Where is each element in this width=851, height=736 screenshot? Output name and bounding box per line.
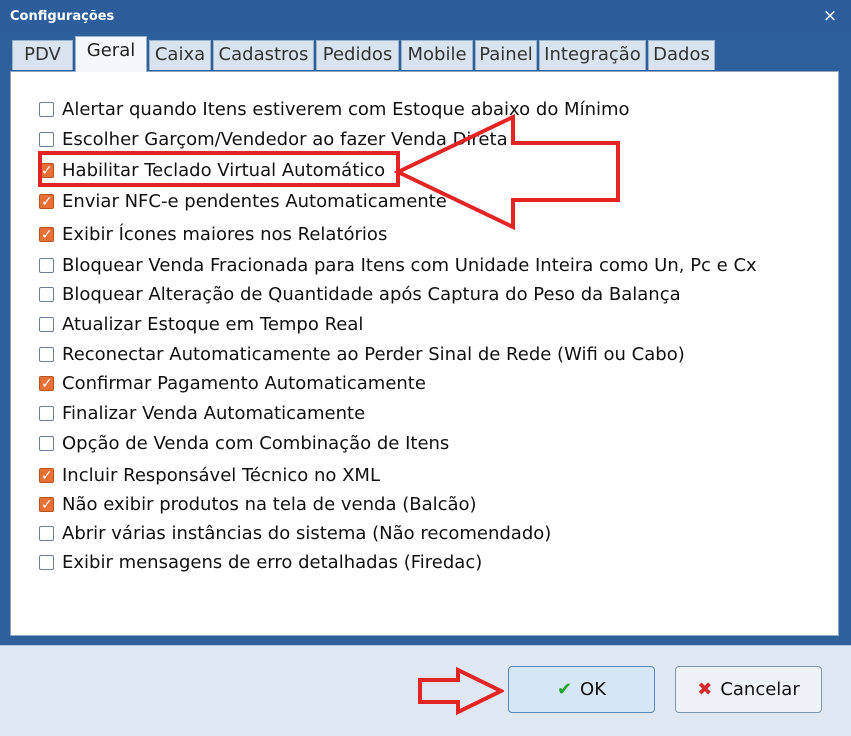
cancel-button[interactable]: ✖ Cancelar xyxy=(675,666,822,713)
tab-mobile[interactable]: Mobile xyxy=(401,40,473,70)
checkbox[interactable] xyxy=(39,406,54,421)
option-label: Bloquear Alteração de Quantidade após Ca… xyxy=(62,284,681,305)
tab-cadastros[interactable]: Cadastros xyxy=(213,40,314,70)
option-label: Enviar NFC-e pendentes Automaticamente xyxy=(62,191,447,212)
option-label: Não exibir produtos na tela de venda (Ba… xyxy=(62,494,477,515)
option-label: Exibir Ícones maiores nos Relatórios xyxy=(62,224,388,245)
checkbox[interactable] xyxy=(39,102,54,117)
checkbox[interactable] xyxy=(39,464,54,488)
checkbox[interactable] xyxy=(39,223,54,247)
option-label: Reconectar Automaticamente ao Perder Sin… xyxy=(62,344,685,365)
annotation-highlight-box xyxy=(38,151,400,187)
tab-pdv[interactable]: PDV xyxy=(12,40,73,70)
checkbox[interactable] xyxy=(39,372,54,396)
checkbox[interactable] xyxy=(39,317,54,332)
checkbox[interactable] xyxy=(39,526,54,541)
option-label: Exibir mensagens de erro detalhadas (Fir… xyxy=(62,552,483,573)
dialog-footer: ✔ OK ✖ Cancelar xyxy=(0,645,851,736)
checkbox[interactable] xyxy=(39,555,54,570)
option-label: Bloquear Venda Fracionada para Itens com… xyxy=(62,255,757,276)
ok-label: OK xyxy=(580,679,607,700)
option-label: Confirmar Pagamento Automaticamente xyxy=(62,373,426,394)
checkbox[interactable] xyxy=(39,258,54,273)
geral-panel: Alertar quando Itens estiverem com Estoq… xyxy=(10,71,839,636)
tab-dados[interactable]: Dados xyxy=(648,40,715,70)
tab-integracao[interactable]: Integração xyxy=(539,40,646,70)
option-label: Finalizar Venda Automaticamente xyxy=(62,403,366,424)
ok-button[interactable]: ✔ OK xyxy=(508,666,655,713)
option-label: Abrir várias instâncias do sistema (Não … xyxy=(62,523,552,544)
checkbox[interactable] xyxy=(39,436,54,451)
checkbox[interactable] xyxy=(39,190,54,214)
x-icon: ✖ xyxy=(697,679,713,700)
checkbox[interactable] xyxy=(39,347,54,362)
tab-pedidos[interactable]: Pedidos xyxy=(316,40,399,70)
annotation-arrow-left xyxy=(393,113,620,231)
cancel-label: Cancelar xyxy=(720,679,800,700)
option-label: Opção de Venda com Combinação de Itens xyxy=(62,433,450,454)
check-icon: ✔ xyxy=(556,679,573,700)
settings-window: Configurações × PDV Geral Caixa Cadastro… xyxy=(0,0,851,736)
option-label: Incluir Responsável Técnico no XML xyxy=(62,465,380,486)
annotation-arrow-right xyxy=(418,667,504,716)
checkbox[interactable] xyxy=(39,493,54,517)
window-title: Configurações xyxy=(10,9,115,24)
option-label: Atualizar Estoque em Tempo Real xyxy=(62,314,364,335)
tab-geral[interactable]: Geral xyxy=(75,36,147,72)
tab-caixa[interactable]: Caixa xyxy=(149,40,211,70)
title-bar: Configurações × xyxy=(0,0,851,34)
tab-painel[interactable]: Painel xyxy=(475,40,537,70)
checkbox[interactable] xyxy=(39,287,54,302)
checkbox[interactable] xyxy=(39,132,54,147)
close-button[interactable]: × xyxy=(819,5,841,27)
